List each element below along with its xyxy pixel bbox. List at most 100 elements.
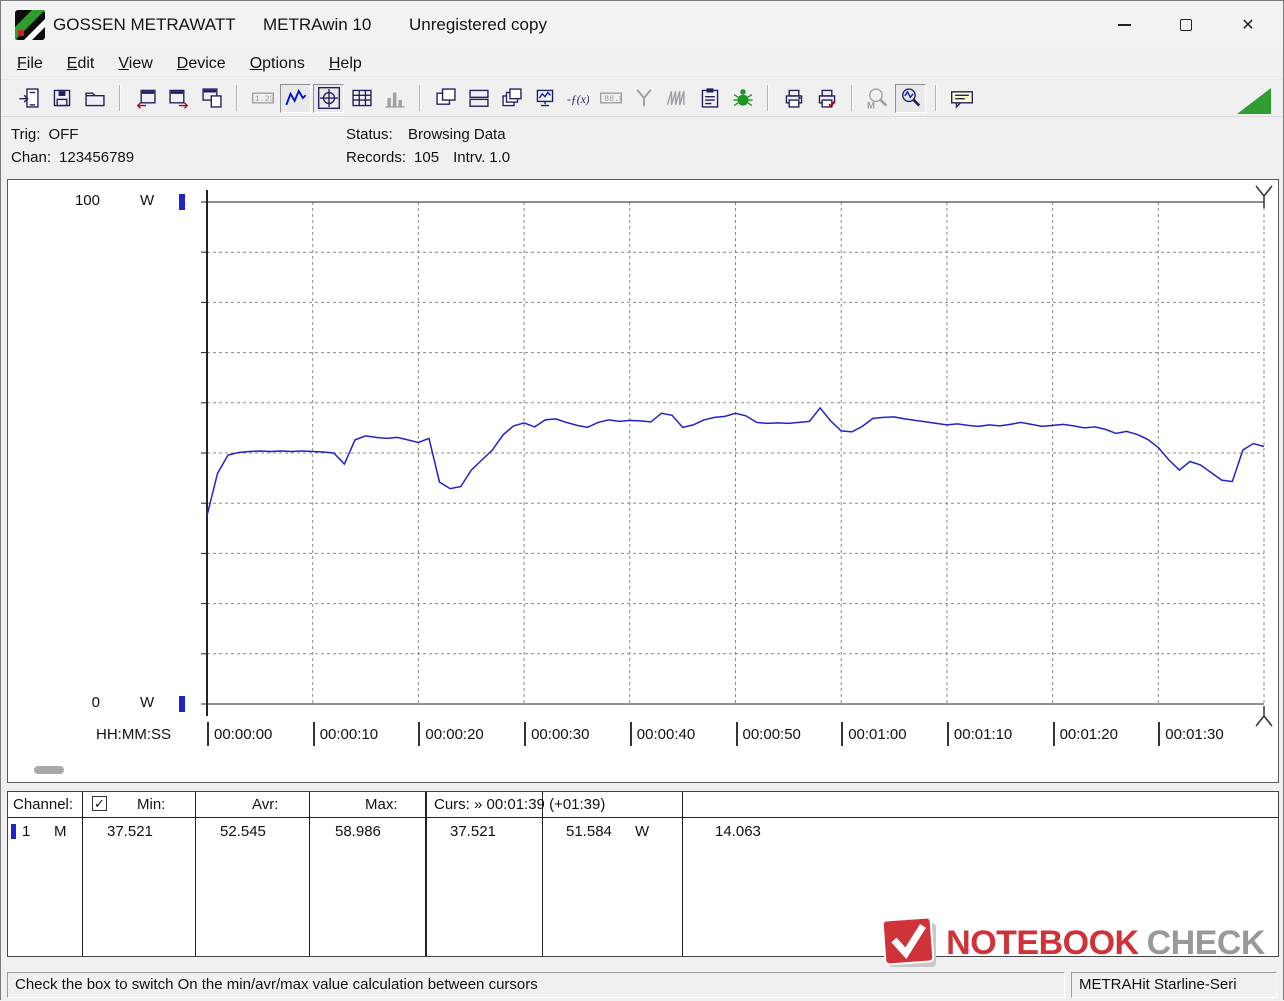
status-message: Check the box to switch On the min/avr/m…: [15, 976, 538, 993]
trig-label: Trig:: [11, 126, 41, 143]
annotation-icon[interactable]: [946, 84, 977, 113]
status-label: Status:: [346, 126, 393, 143]
x-tick-label: 00:01:20: [1052, 722, 1118, 746]
view-xy-icon[interactable]: [313, 83, 344, 113]
status-value: Browsing Data: [408, 126, 506, 143]
trigger-status: Trig: OFF: [11, 126, 78, 143]
toolbar-separator: [851, 85, 853, 111]
svg-text:1.23: 1.23: [254, 95, 273, 104]
file-save-icon[interactable]: [46, 84, 77, 113]
toolbar-separator: [419, 85, 421, 111]
online-monitor-icon[interactable]: [529, 84, 560, 113]
close-button[interactable]: ✕: [1217, 5, 1279, 45]
device-name: METRAHit Starline-Seri: [1079, 976, 1237, 993]
avr-column-header: Avr:: [252, 796, 279, 813]
merge-channels-icon[interactable]: [628, 84, 659, 113]
notebookcheck-watermark: NOTEBOOK CHECK: [882, 917, 1266, 969]
minmax-checkbox[interactable]: ✓: [92, 796, 107, 811]
status-line: Status: Browsing Data: [346, 126, 506, 143]
interval-label: Intrv.: [453, 149, 486, 166]
chan-label: Chan:: [11, 149, 52, 166]
device-name-box: METRAHit Starline-Seri: [1071, 972, 1277, 998]
h-scrollbar-thumb[interactable]: [34, 766, 64, 774]
svg-text:M: M: [867, 100, 875, 109]
x-tick-label: 00:00:30: [524, 722, 589, 746]
export-data-icon[interactable]: [130, 84, 161, 113]
toolbar-separator: [119, 85, 121, 111]
print-setup-icon[interactable]: [811, 84, 842, 113]
svg-text:88.8: 88.8: [604, 95, 622, 104]
status-message-box: Check the box to switch On the min/avr/m…: [7, 972, 1065, 998]
menu-edit[interactable]: Edit: [55, 52, 107, 76]
trend-chart[interactable]: [8, 180, 1280, 784]
gossen-metrawatt-logo: [15, 10, 45, 40]
zoom-curve-icon[interactable]: [895, 83, 926, 113]
metrawin-window: GOSSEN METRAWATT METRAwin 10 Unregistere…: [0, 0, 1284, 1001]
function-fx-icon[interactable]: -ƒ(x): [562, 84, 593, 113]
debug-bug-icon[interactable]: [727, 84, 758, 113]
avr-value: 52.545: [220, 823, 266, 840]
menu-help[interactable]: Help: [317, 52, 374, 76]
toolbar-separator: [767, 85, 769, 111]
value-unit: W: [635, 823, 650, 840]
records-label: Records:: [346, 149, 407, 166]
waveform-icon[interactable]: [661, 84, 692, 113]
minimize-icon: [1117, 24, 1131, 26]
maximize-button[interactable]: [1155, 5, 1217, 45]
y-max-label: 100: [74, 192, 100, 209]
x-tick-label: 00:00:50: [735, 722, 801, 746]
toolbar-buttons: 1.23 -ƒ(x) 88.8 M: [13, 83, 979, 113]
watermark-notebook-text: NOTEBOOK: [946, 923, 1139, 962]
file-import-icon[interactable]: [13, 84, 44, 113]
view-table-icon[interactable]: [346, 84, 377, 113]
toolbar-separator: [935, 85, 937, 111]
window-tile-icon[interactable]: [463, 84, 494, 113]
x-axis-ticks: 00:00:00 00:00:10 00:00:20 00:00:30 00:00:40…: [8, 722, 1278, 748]
zoom-manual-icon[interactable]: M: [862, 84, 893, 113]
svg-text:-ƒ(x): -ƒ(x): [567, 93, 589, 106]
close-icon: ✕: [1241, 17, 1255, 34]
x-tick-label: 00:01:30: [1158, 722, 1224, 746]
view-trend-icon[interactable]: [280, 83, 311, 113]
toolbar: 1.23 -ƒ(x) 88.8 M: [1, 79, 1283, 117]
records-value: 105: [414, 149, 440, 166]
device-display-icon[interactable]: 88.8: [595, 84, 626, 113]
y-unit-top: W: [140, 192, 155, 209]
maximize-icon: [1180, 19, 1192, 31]
view-numeric-icon[interactable]: 1.23: [247, 84, 278, 113]
channel-mode: M: [54, 823, 67, 840]
menu-file[interactable]: File: [5, 52, 55, 76]
toolbar-separator: [236, 85, 238, 111]
channel-number: 1: [22, 823, 31, 840]
protocol-icon[interactable]: [694, 84, 725, 113]
copy-window-icon[interactable]: [196, 84, 227, 113]
print-icon[interactable]: [778, 84, 809, 113]
window-arrange-icon[interactable]: [496, 84, 527, 113]
menu-view[interactable]: View: [106, 52, 164, 76]
view-histogram-icon[interactable]: [379, 84, 410, 113]
brand-title: GOSSEN METRAWATT: [53, 15, 236, 34]
cursor2-value: 51.584: [566, 823, 612, 840]
cursor-column-header: Curs: » 00:01:39 (+01:39): [434, 796, 606, 813]
file-open-icon[interactable]: [79, 84, 110, 113]
records-line: Records: 105 Intrv. 1.0: [346, 149, 510, 166]
import-data-icon[interactable]: [163, 84, 194, 113]
chan-value: 123456789: [59, 149, 135, 166]
x-tick-label: 00:01:00: [841, 722, 907, 746]
channel-column-header: Channel:: [13, 796, 74, 813]
channel-status: Chan: 123456789: [11, 149, 134, 166]
menu-bar: File Edit View Device Options Help: [1, 49, 1283, 79]
channel-color-marker: [11, 824, 16, 839]
notebookcheck-logo-icon: [882, 917, 937, 967]
watermark-check-text: CHECK: [1146, 923, 1266, 962]
cursor1-value: 37.521: [450, 823, 496, 840]
x-tick-label: 00:00:10: [312, 722, 378, 746]
x-tick-label: 00:00:00: [207, 722, 272, 746]
menu-device[interactable]: Device: [165, 52, 238, 76]
min-value: 37.521: [107, 823, 153, 840]
minimize-button[interactable]: [1093, 5, 1155, 45]
window-cascade-icon[interactable]: [430, 84, 461, 113]
link-status-indicator: [1237, 88, 1271, 114]
trend-chart-panel: 100 W 0 W HH:MM:SS 00:00:00 00:00:10 00:00…: [7, 179, 1279, 783]
menu-options[interactable]: Options: [238, 52, 317, 76]
